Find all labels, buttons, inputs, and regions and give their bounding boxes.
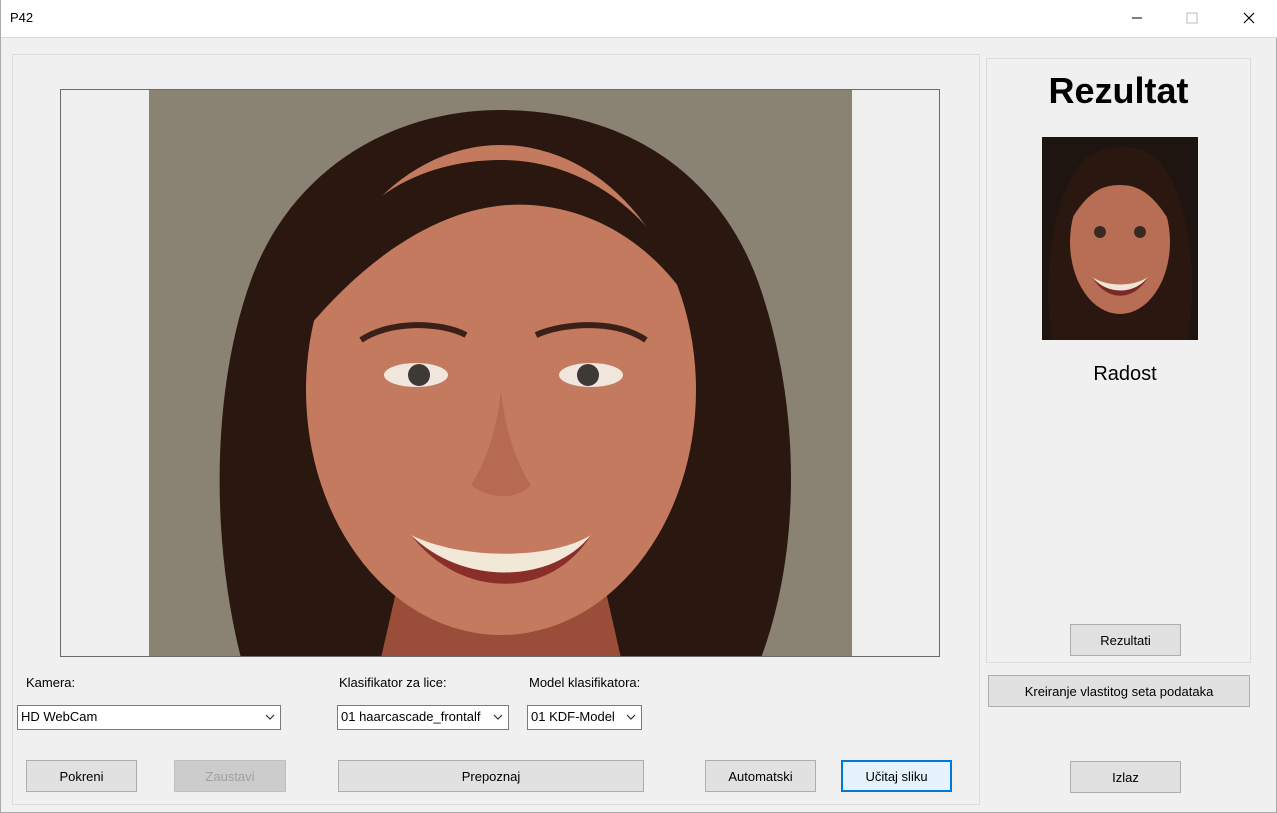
- maximize-icon: [1186, 12, 1198, 24]
- face-classifier-label: Klasifikator za lice:: [339, 675, 447, 690]
- face-classifier-select-value: 01 haarcascade_frontalf: [341, 709, 481, 724]
- close-icon: [1243, 12, 1255, 24]
- chevron-down-icon: [265, 714, 275, 720]
- camera-select-value: HD WebCam: [21, 709, 98, 724]
- stop-button[interactable]: Zaustavi: [174, 760, 286, 792]
- recognize-button[interactable]: Prepoznaj: [338, 760, 644, 792]
- exit-button[interactable]: Izlaz: [1070, 761, 1181, 793]
- classifier-model-label: Model klasifikatora:: [529, 675, 641, 690]
- load-image-button[interactable]: Učitaj sliku: [841, 760, 952, 792]
- window-title: P42: [10, 10, 34, 25]
- camera-label: Kamera:: [26, 675, 76, 690]
- create-dataset-button[interactable]: Kreiranje vlastitog seta podataka: [988, 675, 1250, 707]
- result-emotion: Radost: [1093, 363, 1157, 385]
- classifier-model-select[interactable]: 01 KDF-Model: [527, 705, 642, 730]
- result-face-thumbnail: [1042, 137, 1198, 340]
- face-photo: [149, 90, 852, 656]
- results-button[interactable]: Rezultati: [1070, 624, 1181, 656]
- camera-preview: [60, 89, 940, 657]
- title-bar: P42: [1, 0, 1277, 38]
- automatic-button[interactable]: Automatski: [705, 760, 816, 792]
- result-face-image: [1042, 137, 1198, 340]
- camera-select[interactable]: HD WebCam: [17, 705, 281, 730]
- chevron-down-icon: [626, 714, 636, 720]
- face-classifier-select[interactable]: 01 haarcascade_frontalf: [337, 705, 509, 730]
- classifier-model-select-value: 01 KDF-Model: [531, 709, 615, 724]
- maximize-button[interactable]: [1169, 0, 1215, 36]
- start-button[interactable]: Pokreni: [26, 760, 137, 792]
- close-button[interactable]: [1226, 0, 1272, 36]
- minimize-icon: [1132, 17, 1142, 19]
- app-window: P42 Kamera: Klasifikator za lice: Model …: [0, 0, 1277, 813]
- result-title: Rezultat: [1048, 70, 1189, 111]
- minimize-button[interactable]: [1114, 0, 1160, 36]
- chevron-down-icon: [492, 711, 504, 723]
